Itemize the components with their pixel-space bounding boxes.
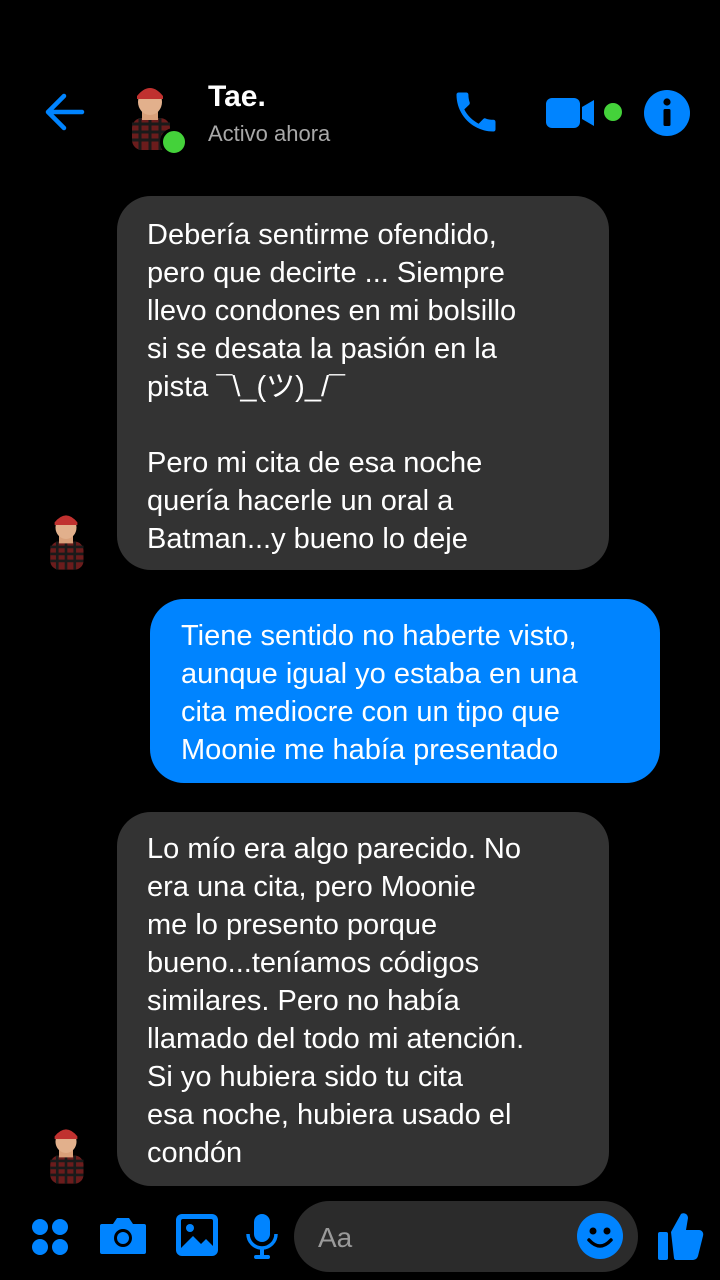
avatar-image	[50, 1129, 84, 1184]
message-input[interactable]	[316, 1201, 570, 1274]
gallery-icon	[176, 1214, 218, 1256]
video-camera-icon	[546, 98, 594, 128]
message-bubble-incoming[interactable]: Debería sentirme ofendido, pero que deci…	[117, 196, 609, 570]
info-button[interactable]	[644, 90, 690, 136]
emoji-icon	[577, 1213, 623, 1259]
back-arrow-icon	[45, 93, 85, 131]
thumbs-up-icon	[658, 1213, 704, 1260]
apps-icon	[32, 1219, 68, 1255]
message-bubble-outgoing[interactable]: Tiene sentido no haberte visto, aunque i…	[150, 599, 660, 783]
online-status-indicator	[160, 128, 188, 156]
microphone-icon	[246, 1214, 278, 1259]
camera-icon	[100, 1218, 146, 1254]
phone-icon	[456, 92, 496, 132]
active-status: Activo ahora	[208, 121, 331, 146]
sender-avatar[interactable]	[38, 1122, 94, 1184]
video-online-indicator	[604, 103, 622, 121]
emoji-button[interactable]	[576, 1212, 624, 1260]
voice-call-button[interactable]	[448, 86, 504, 138]
avatar-image	[50, 515, 84, 570]
back-button[interactable]	[36, 88, 92, 136]
gallery-button[interactable]	[174, 1212, 220, 1258]
video-call-button[interactable]	[542, 92, 602, 134]
voice-message-button[interactable]	[244, 1212, 280, 1260]
contact-name[interactable]: Tae.	[208, 80, 266, 114]
message-bubble-incoming[interactable]: Lo mío era algo parecido. No era una cit…	[117, 812, 609, 1186]
camera-button[interactable]	[98, 1212, 148, 1258]
sender-avatar[interactable]	[38, 508, 94, 570]
info-icon	[663, 98, 671, 126]
apps-button[interactable]	[30, 1217, 70, 1257]
like-button[interactable]	[656, 1210, 704, 1262]
